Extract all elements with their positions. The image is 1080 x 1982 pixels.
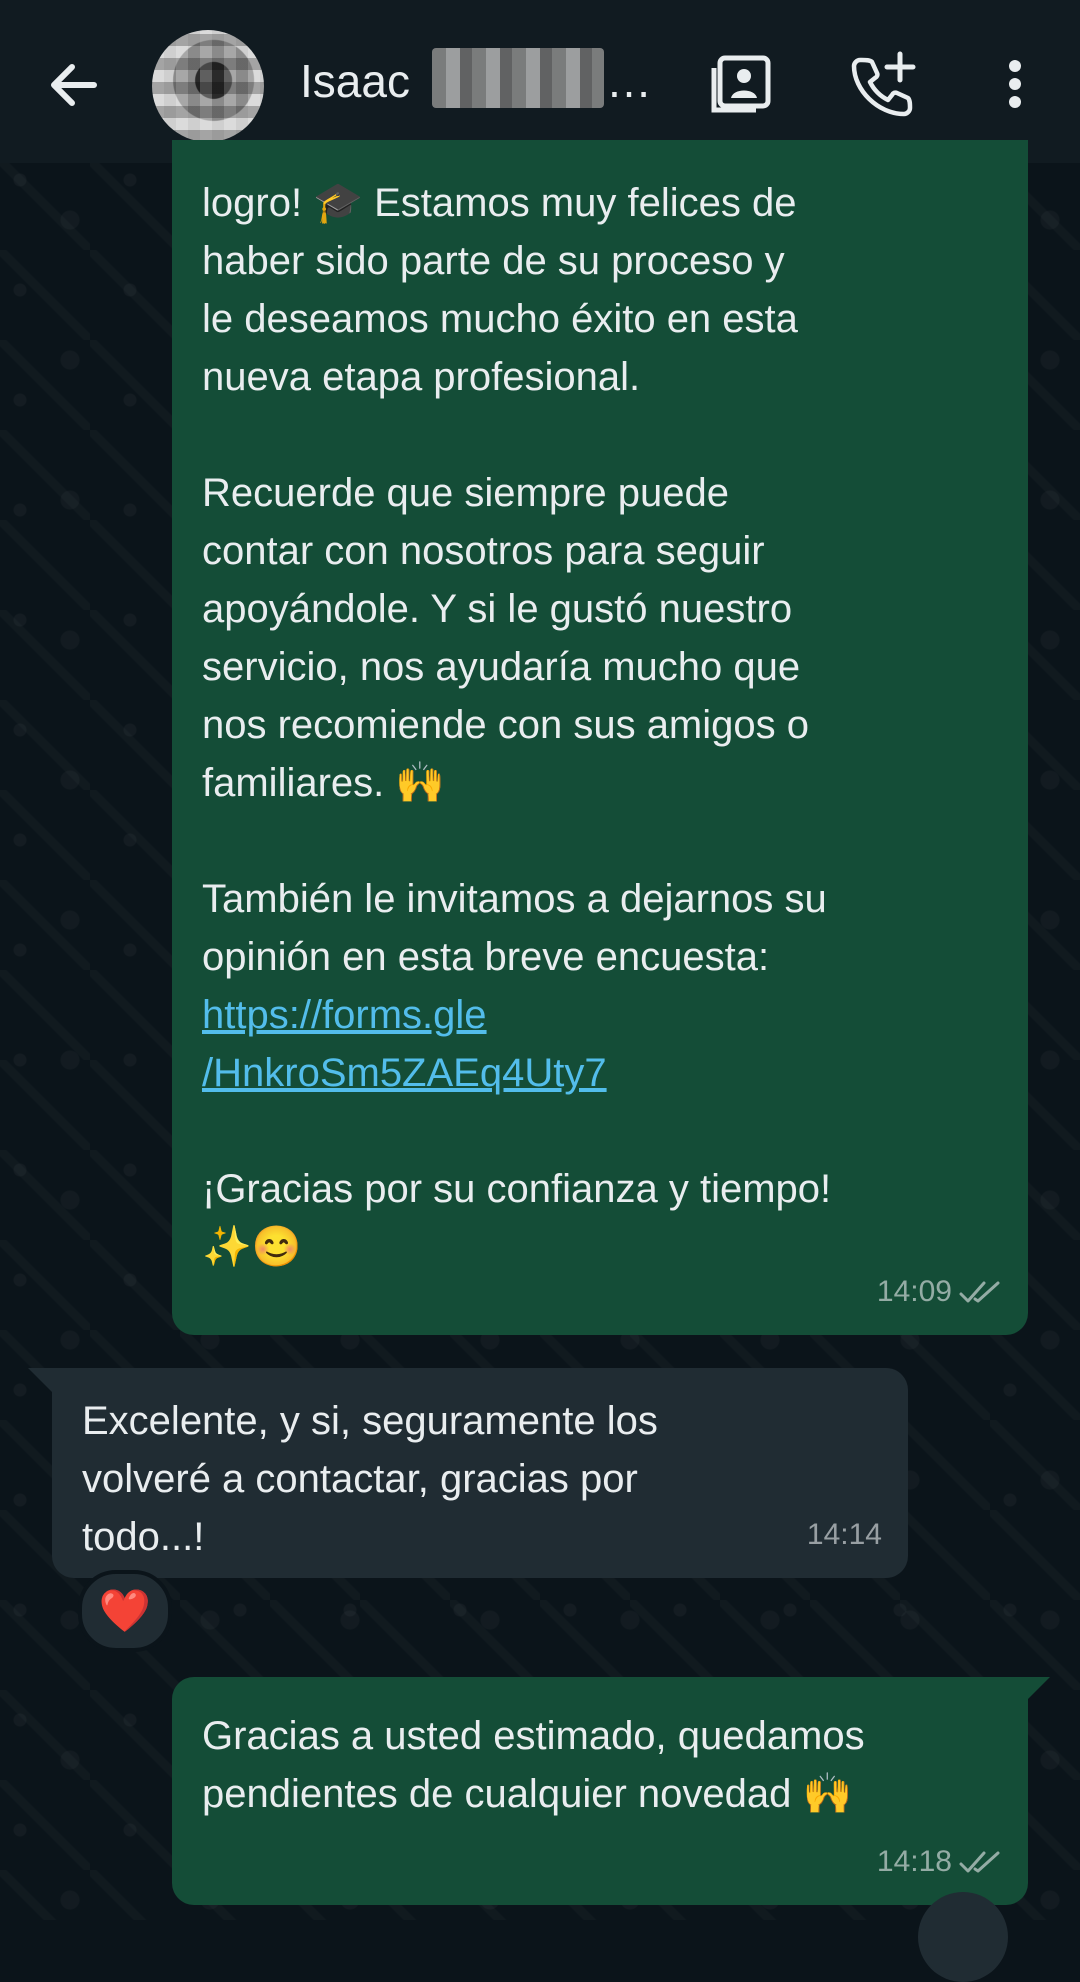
message-text: Gracias a usted estimado, quedamos pendi… bbox=[202, 1714, 865, 1816]
message-time: 14:18 bbox=[876, 1845, 952, 1878]
add-call-icon[interactable] bbox=[848, 48, 920, 120]
chat-header: Isaac … bbox=[0, 0, 1080, 163]
message-meta: 14:09 bbox=[877, 1263, 1002, 1321]
back-arrow-icon[interactable] bbox=[38, 50, 108, 120]
scroll-down-button[interactable] bbox=[918, 1892, 1008, 1982]
heart-reaction-icon[interactable]: ❤️ bbox=[78, 1570, 172, 1652]
message-paragraph: También le invitamos a dejarnos su opini… bbox=[202, 877, 827, 979]
message-paragraph: ¡Gracias por su confianza y tiempo! ✨😊 bbox=[202, 1167, 832, 1269]
message-bubble-outgoing[interactable]: Gracias a usted estimado, quedamos pendi… bbox=[172, 1677, 1028, 1905]
message-paragraph: logro! 🎓 Estamos muy felices de haber si… bbox=[202, 181, 798, 399]
survey-link-continued[interactable]: /HnkroSm5ZAEq4Uty7 bbox=[202, 1044, 998, 1102]
message-text: Excelente, y si, seguramente los volveré… bbox=[82, 1399, 658, 1559]
contact-name[interactable]: Isaac bbox=[300, 54, 410, 108]
message-meta: 14:14 bbox=[807, 1506, 882, 1564]
contact-avatar[interactable] bbox=[152, 30, 264, 142]
double-check-icon bbox=[959, 1281, 1000, 1303]
more-vert-icon[interactable] bbox=[1000, 48, 1072, 120]
message-bubble-outgoing[interactable]: logro! 🎓 Estamos muy felices de haber si… bbox=[172, 140, 1028, 1335]
contact-name-ellipsis: … bbox=[606, 55, 652, 107]
message-bubble-incoming[interactable]: Excelente, y si, seguramente los volveré… bbox=[52, 1368, 908, 1578]
message-time: 14:14 bbox=[806, 1518, 882, 1551]
message-meta: 14:18 bbox=[877, 1833, 1002, 1891]
message-time: 14:09 bbox=[876, 1275, 952, 1308]
double-check-icon bbox=[959, 1851, 1000, 1873]
survey-link[interactable]: https://forms.gle bbox=[202, 986, 998, 1044]
contact-card-icon[interactable] bbox=[706, 48, 778, 120]
blurred-name-region bbox=[432, 48, 604, 108]
message-paragraph: Recuerde que siempre puede contar con no… bbox=[202, 471, 809, 805]
